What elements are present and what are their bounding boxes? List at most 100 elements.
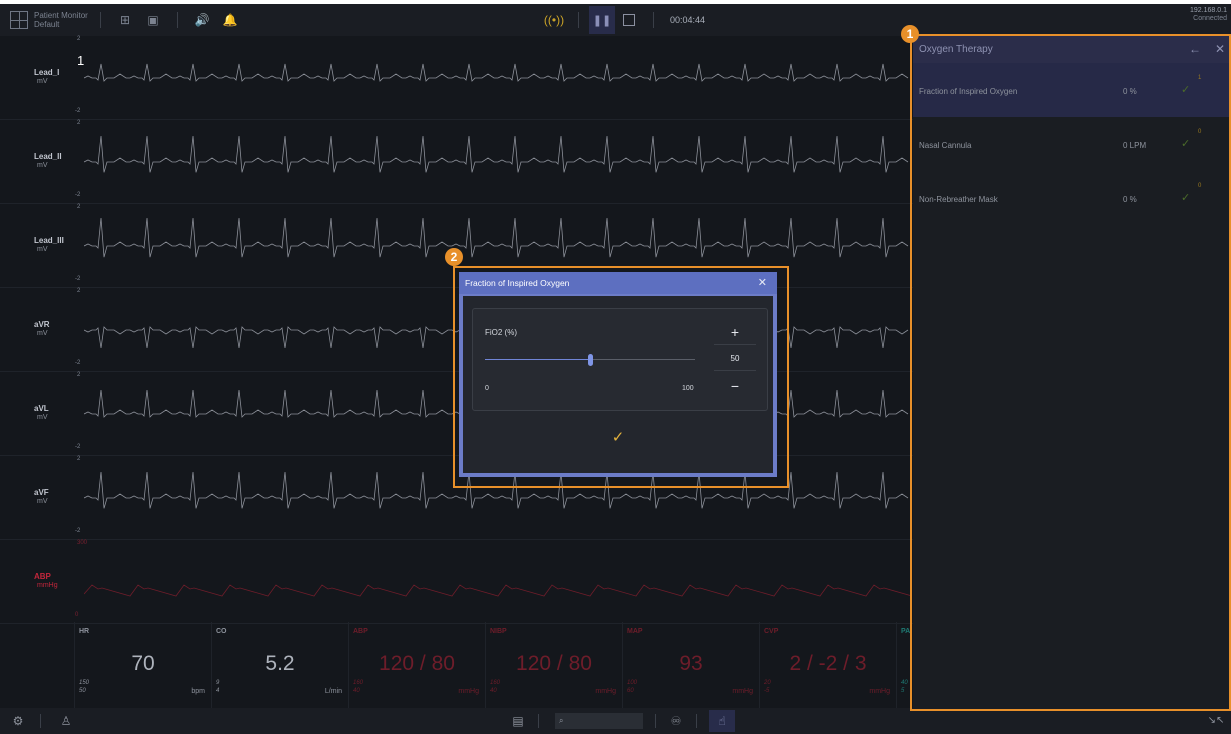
lead-name: aVF	[34, 488, 49, 497]
dialog-header: Fraction of Inspired Oxygen ✕	[459, 272, 777, 294]
alarm-bell-icon[interactable]: 🔔	[222, 12, 238, 28]
session-timer: 00:04:44	[670, 15, 706, 25]
param-co[interactable]: CO 5.2 9 4 L/min	[211, 622, 348, 708]
scale-min: 0	[75, 612, 79, 618]
param-abp[interactable]: ABP 120 / 80 160 40 mmHg	[348, 622, 485, 708]
param-value: 120 / 80	[516, 652, 592, 675]
param-low: 60	[627, 688, 634, 694]
broadcast-icon[interactable]: ((•))	[544, 12, 564, 28]
param-unit: mmHg	[595, 688, 616, 695]
waveform-layout-icon[interactable]: ⊞	[117, 12, 133, 28]
layout-grid-icon	[10, 11, 28, 29]
slider-fill	[485, 359, 590, 360]
divider	[655, 714, 656, 728]
lead-unit: mV	[37, 498, 48, 505]
param-value: 70	[131, 652, 155, 675]
param-high: 9	[216, 680, 220, 686]
scale-max: 2	[77, 456, 81, 462]
divider	[578, 12, 579, 28]
increment-button[interactable]: +	[714, 319, 756, 345]
param-low: 50	[79, 688, 86, 694]
playback-controls: ((•)) ❚❚ 00:04:44	[540, 4, 705, 36]
numeric-layout-icon[interactable]: ▣	[145, 12, 161, 28]
divider	[40, 714, 41, 728]
close-icon[interactable]: ✕	[758, 276, 767, 289]
stop-button[interactable]	[623, 14, 635, 26]
top-bar: Patient Monitor Default ⊞ ▣ 🔊 🔔 ((•)) ❚❚…	[0, 4, 1231, 36]
scale-max: 2	[77, 204, 81, 210]
decrement-button[interactable]: −	[714, 373, 756, 399]
highlight-frame	[910, 34, 1231, 711]
patient-icon[interactable]: ♙	[58, 713, 74, 729]
callout-badge: 2	[445, 248, 463, 266]
param-unit: mmHg	[869, 688, 890, 695]
param-nibp[interactable]: NIBP 120 / 80 160 40 mmHg	[485, 622, 622, 708]
lead-name: ABP	[34, 572, 51, 581]
slider-max: 100	[682, 385, 694, 392]
callout-badge: 1	[901, 25, 919, 43]
app-name: Patient Monitor	[34, 11, 88, 20]
param-unit: mmHg	[458, 688, 479, 695]
fio2-value[interactable]: 50	[714, 347, 756, 371]
volume-icon[interactable]: 🔊	[194, 12, 210, 28]
divider	[538, 714, 539, 728]
param-value: 120 / 80	[379, 652, 455, 675]
settings-gear-icon[interactable]: ⚙	[10, 713, 26, 729]
quantity-stepper: + 50 −	[714, 319, 756, 403]
fio2-slider[interactable]	[485, 354, 695, 366]
ip-address: 192.168.0.1	[1190, 7, 1227, 14]
waveform-trace	[84, 584, 910, 597]
param-unit: L/min	[324, 688, 342, 695]
param-map[interactable]: MAP 93 100 60 mmHg	[622, 622, 759, 708]
pause-button[interactable]: ❚❚	[589, 6, 615, 34]
scale-max: 2	[77, 120, 81, 126]
param-value: 93	[679, 652, 703, 675]
param-label: CO	[216, 628, 227, 635]
param-cvp[interactable]: CVP 2 / -2 / 3 20 -5 mmHg	[759, 622, 896, 708]
scale-max: 2	[77, 372, 81, 378]
monitor-app: Patient Monitor Default ⊞ ▣ 🔊 🔔 ((•)) ❚❚…	[0, 4, 1231, 734]
lead-unit: mV	[37, 330, 48, 337]
param-hr[interactable]: HR 70 150 50 bpm	[74, 622, 211, 708]
dialog-title: Fraction of Inspired Oxygen	[465, 278, 570, 288]
param-label: NIBP	[490, 628, 507, 635]
waveform-trace	[84, 135, 909, 173]
param-low: 5	[901, 688, 905, 694]
param-label: CVP	[764, 628, 779, 635]
connection-label: Connected	[1193, 15, 1227, 22]
scale-min: -2	[75, 528, 81, 534]
param-low: 4	[216, 688, 220, 694]
lung-icon[interactable]: ♾	[668, 713, 684, 729]
scale-min: -2	[75, 360, 81, 366]
param-label: MAP	[627, 628, 643, 635]
connection-status: 192.168.0.1 Connected	[1190, 7, 1227, 23]
brand[interactable]: Patient Monitor Default	[0, 11, 90, 29]
intervention-button[interactable]: ☝	[709, 710, 735, 732]
lead-index-label: 1	[77, 53, 85, 68]
param-value: 2 / -2 / 3	[789, 652, 867, 675]
param-high: 160	[490, 680, 501, 686]
lead-name: aVR	[34, 320, 50, 329]
divider	[653, 12, 654, 28]
param-label: HR	[79, 628, 90, 635]
confirm-check-icon[interactable]: ✓	[608, 428, 628, 448]
param-low: 40	[490, 688, 497, 694]
slider-handle[interactable]	[588, 354, 593, 366]
scale-max: 2	[77, 288, 81, 294]
field-label: FiO2 (%)	[485, 328, 517, 337]
param-unit: bpm	[191, 688, 205, 695]
lead-name: aVL	[34, 404, 49, 413]
param-high: 160	[353, 680, 364, 686]
divider	[100, 12, 101, 28]
param-low: -5	[764, 688, 770, 694]
param-high: 20	[764, 680, 771, 686]
collapse-icon[interactable]: ↘↖	[1207, 712, 1225, 730]
report-icon[interactable]: ▤	[510, 713, 526, 729]
lead-name: Lead_III	[34, 236, 64, 245]
scale-min: -2	[75, 192, 81, 198]
divider	[177, 12, 178, 28]
event-input[interactable]: ⌕	[555, 713, 643, 729]
param-high: 150	[79, 680, 90, 686]
bottom-bar: ⚙ ♙ ▤ ⌕ ♾ ☝	[0, 708, 1231, 734]
param-label: PA	[901, 628, 911, 635]
